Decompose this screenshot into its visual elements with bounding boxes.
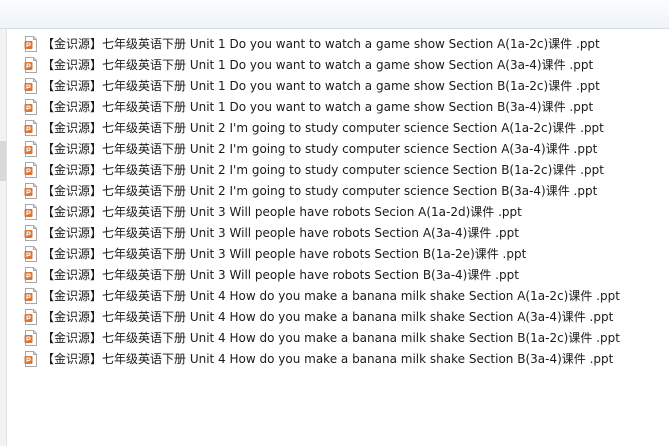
file-explorer-window: 【金识源】七年级英语下册 Unit 1 Do you want to watch… [0,0,669,446]
file-list-item[interactable]: 【金识源】七年级英语下册 Unit 1 Do you want to watch… [24,96,620,117]
file-list-item[interactable]: 【金识源】七年级英语下册 Unit 4 How do you make a ba… [24,348,620,369]
toolbar [0,0,669,29]
file-name: 【金识源】七年级英语下册 Unit 4 How do you make a ba… [42,310,614,324]
file-name: 【金识源】七年级英语下册 Unit 3 Will people have rob… [42,268,519,282]
ppt-file-icon [24,77,37,94]
file-list-item[interactable]: 【金识源】七年级英语下册 Unit 2 I'm going to study c… [24,138,620,159]
file-list-item[interactable]: 【金识源】七年级英语下册 Unit 2 I'm going to study c… [24,159,620,180]
ppt-file-icon [24,329,37,346]
ppt-file-icon [24,56,37,73]
file-name: 【金识源】七年级英语下册 Unit 1 Do you want to watch… [42,58,594,72]
file-name: 【金识源】七年级英语下册 Unit 2 I'm going to study c… [42,184,598,198]
navigation-pane[interactable] [0,29,7,446]
ppt-file-icon [24,182,37,199]
file-list-item[interactable]: 【金识源】七年级英语下册 Unit 1 Do you want to watch… [24,54,620,75]
file-list-item[interactable]: 【金识源】七年级英语下册 Unit 3 Will people have rob… [24,243,620,264]
ppt-file-icon [24,266,37,283]
file-list-item[interactable]: 【金识源】七年级英语下册 Unit 1 Do you want to watch… [24,33,620,54]
file-list-item[interactable]: 【金识源】七年级英语下册 Unit 1 Do you want to watch… [24,75,620,96]
file-name: 【金识源】七年级英语下册 Unit 2 I'm going to study c… [42,121,604,135]
file-list-item[interactable]: 【金识源】七年级英语下册 Unit 4 How do you make a ba… [24,285,620,306]
file-name: 【金识源】七年级英语下册 Unit 3 Will people have rob… [42,226,519,240]
ppt-file-icon [24,98,37,115]
file-name: 【金识源】七年级英语下册 Unit 1 Do you want to watch… [42,37,600,51]
file-list-item[interactable]: 【金识源】七年级英语下册 Unit 2 I'm going to study c… [24,180,620,201]
file-list-item[interactable]: 【金识源】七年级英语下册 Unit 4 How do you make a ba… [24,327,620,348]
file-list-item[interactable]: 【金识源】七年级英语下册 Unit 3 Will people have rob… [24,222,620,243]
file-name: 【金识源】七年级英语下册 Unit 1 Do you want to watch… [42,100,594,114]
file-name: 【金识源】七年级英语下册 Unit 3 Will people have rob… [42,205,522,219]
file-list-item[interactable]: 【金识源】七年级英语下册 Unit 2 I'm going to study c… [24,117,620,138]
navigation-pane-scroll-thumb[interactable] [0,141,6,181]
ppt-file-icon [24,203,37,220]
ppt-file-icon [24,245,37,262]
ppt-file-icon [24,35,37,52]
file-name: 【金识源】七年级英语下册 Unit 3 Will people have rob… [42,247,527,261]
file-name: 【金识源】七年级英语下册 Unit 4 How do you make a ba… [42,331,620,345]
file-name: 【金识源】七年级英语下册 Unit 1 Do you want to watch… [42,79,600,93]
file-list: 【金识源】七年级英语下册 Unit 1 Do you want to watch… [24,33,620,369]
file-list-item[interactable]: 【金识源】七年级英语下册 Unit 3 Will people have rob… [24,264,620,285]
ppt-file-icon [24,308,37,325]
ppt-file-icon [24,161,37,178]
file-name: 【金识源】七年级英语下册 Unit 2 I'm going to study c… [42,142,598,156]
ppt-file-icon [24,287,37,304]
ppt-file-icon [24,119,37,136]
ppt-file-icon [24,350,37,367]
file-name: 【金识源】七年级英语下册 Unit 2 I'm going to study c… [42,163,604,177]
file-name: 【金识源】七年级英语下册 Unit 4 How do you make a ba… [42,289,620,303]
file-list-item[interactable]: 【金识源】七年级英语下册 Unit 4 How do you make a ba… [24,306,620,327]
ppt-file-icon [24,224,37,241]
ppt-file-icon [24,140,37,157]
file-name: 【金识源】七年级英语下册 Unit 4 How do you make a ba… [42,352,614,366]
file-list-item[interactable]: 【金识源】七年级英语下册 Unit 3 Will people have rob… [24,201,620,222]
